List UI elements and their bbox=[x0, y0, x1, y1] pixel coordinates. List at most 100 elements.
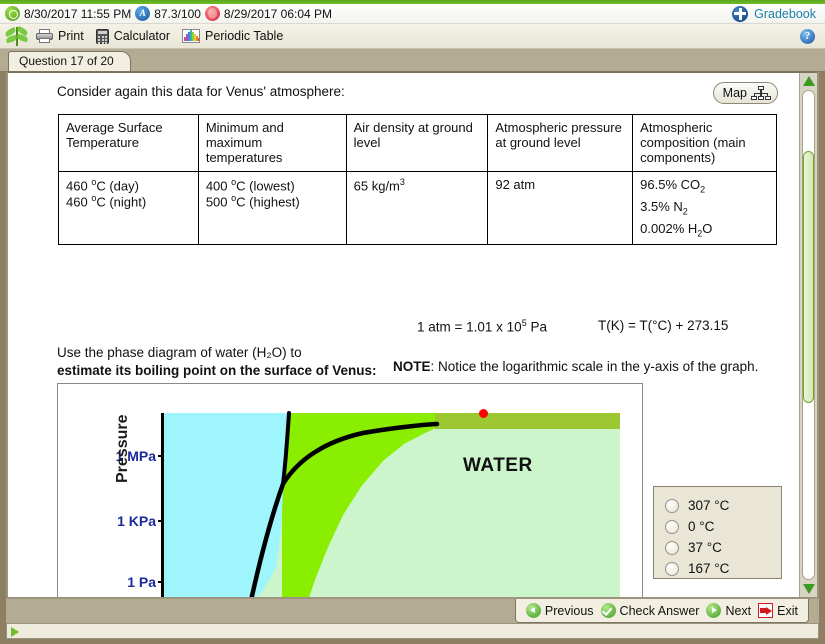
question-frame: Consider again this data for Venus' atmo… bbox=[6, 71, 819, 599]
answer-option-2-label: 37 °C bbox=[688, 540, 722, 555]
vaporization-curve bbox=[249, 421, 440, 597]
calculator-button[interactable]: Calculator bbox=[90, 28, 176, 45]
scroll-up-arrow-icon[interactable] bbox=[803, 76, 815, 86]
cell-min-max-temp: 400 oC (lowest) 500 oC (highest) bbox=[197, 170, 347, 245]
y-tick-mark-kpa bbox=[158, 520, 163, 522]
answer-option-0-label: 307 °C bbox=[688, 498, 730, 513]
calculator-icon bbox=[95, 28, 109, 44]
sitemap-icon bbox=[751, 86, 771, 100]
window-footer bbox=[0, 623, 825, 644]
formula-atm-to-pa: 1 atm = 1.01 x 105 Pa bbox=[417, 318, 547, 335]
col-header-pressure: Atmospheric pressure at ground level bbox=[487, 114, 634, 172]
y-axis-line bbox=[161, 413, 164, 597]
map-button[interactable]: Map bbox=[712, 82, 778, 104]
gradebook-icon bbox=[732, 5, 749, 22]
question-prompt: Consider again this data for Venus' atmo… bbox=[57, 84, 345, 99]
clock-green-icon bbox=[5, 6, 20, 21]
navigation-actions: Previous Check Answer Next Exit bbox=[514, 599, 809, 623]
col-header-min-max-temp: Minimum and maximum temperatures bbox=[197, 114, 347, 172]
table-row: 460 oC (day) 460 oC (night) 400 oC (lowes… bbox=[58, 170, 777, 245]
question-tab-bar: Question 17 of 20 bbox=[0, 49, 825, 71]
printer-icon bbox=[36, 29, 53, 43]
y-tick-mark-mpa bbox=[158, 455, 163, 457]
gradebook-group[interactable]: Gradebook bbox=[732, 5, 825, 22]
tab-question-17[interactable]: Question 17 of 20 bbox=[8, 51, 131, 71]
water-region-label: WATER bbox=[463, 455, 533, 476]
critical-point-marker bbox=[479, 409, 488, 418]
status-header: 8/30/2017 11:55 PM A 87.3/100 8/29/2017 … bbox=[0, 4, 825, 24]
help-group[interactable]: ? bbox=[800, 28, 825, 44]
radio-button-3[interactable] bbox=[665, 561, 679, 576]
previous-button-label: Previous bbox=[544, 603, 594, 618]
check-answer-button[interactable]: Check Answer bbox=[600, 603, 700, 618]
question-page: Consider again this data for Venus' atmo… bbox=[8, 73, 799, 597]
check-answer-button-label: Check Answer bbox=[619, 603, 700, 618]
instruction-line-1: Use the phase diagram of water (H₂O) to bbox=[57, 345, 302, 360]
question-note: NOTE: Notice the logarithmic scale in th… bbox=[393, 359, 758, 374]
next-button-label: Next bbox=[725, 603, 752, 618]
periodic-table-button[interactable]: Periodic Table bbox=[176, 28, 289, 44]
cell-composition: 96.5% CO2 3.5% N2 0.002% H2O bbox=[632, 170, 777, 245]
exit-icon bbox=[758, 603, 774, 618]
instruction-line-2: estimate its boiling point on the surfac… bbox=[57, 362, 377, 378]
horizontal-scrollbar[interactable] bbox=[6, 623, 819, 639]
previous-icon bbox=[525, 603, 541, 618]
answer-option-0[interactable]: 307 °C bbox=[665, 495, 781, 516]
plant-leaf-logo bbox=[4, 25, 30, 47]
grade-blue-icon: A bbox=[135, 6, 151, 21]
note-text: : Notice the logarithmic scale in the y-… bbox=[430, 359, 759, 374]
status-group: 8/30/2017 11:55 PM A 87.3/100 8/29/2017 … bbox=[0, 6, 332, 21]
y-tick-label-kpa: 1 KPa bbox=[117, 513, 156, 529]
next-icon bbox=[706, 603, 722, 618]
due-date-text: 8/30/2017 11:55 PM bbox=[24, 6, 132, 21]
globe-red-icon bbox=[204, 6, 220, 21]
exit-button[interactable]: Exit bbox=[758, 603, 798, 618]
formula-kelvin: T(K) = T(°C) + 273.15 bbox=[598, 318, 729, 333]
answer-option-3[interactable]: 167 °C bbox=[665, 558, 781, 579]
calculator-button-label: Calculator bbox=[113, 29, 170, 43]
help-icon[interactable]: ? bbox=[800, 28, 815, 44]
note-prefix: NOTE bbox=[393, 359, 431, 374]
table-header-row: Average Surface Temperature Minimum and … bbox=[58, 114, 777, 172]
submitted-date-text: 8/29/2017 06:04 PM bbox=[223, 6, 333, 21]
cell-air-density: 65 kg/m3 bbox=[345, 170, 489, 245]
play-forward-icon[interactable] bbox=[11, 627, 19, 637]
cell-avg-temp: 460 oC (day) 460 oC (night) bbox=[58, 170, 199, 245]
scrollbar-thumb[interactable] bbox=[803, 151, 814, 403]
y-tick-label-pa: 1 Pa bbox=[127, 574, 156, 590]
periodic-table-button-label: Periodic Table bbox=[204, 29, 284, 43]
bottom-bar: Previous Check Answer Next Exit bbox=[6, 599, 819, 623]
assessment-window: 8/30/2017 11:55 PM A 87.3/100 8/29/2017 … bbox=[0, 0, 825, 644]
col-header-air-density: Air density at ground level bbox=[345, 114, 489, 172]
chart-plot-area: WATER 1 MPa 1 KPa 1 Pa Pressure 0 100 20… bbox=[114, 409, 620, 597]
answer-option-1-label: 0 °C bbox=[688, 519, 715, 534]
radio-button-0[interactable] bbox=[665, 498, 679, 513]
map-button-label: Map bbox=[722, 86, 747, 100]
answer-option-2[interactable]: 37 °C bbox=[665, 537, 781, 558]
phase-diagram-chart: WATER 1 MPa 1 KPa 1 Pa Pressure 0 100 20… bbox=[57, 383, 643, 597]
print-button-label: Print bbox=[58, 29, 84, 43]
y-tick-mark-pa bbox=[158, 581, 163, 583]
tools-toolbar: Print Calculator Periodic Table ? bbox=[0, 24, 825, 49]
scroll-down-arrow-icon[interactable] bbox=[803, 584, 815, 594]
radio-button-2[interactable] bbox=[665, 540, 679, 555]
periodic-table-icon bbox=[181, 29, 200, 43]
answer-options-panel: 307 °C 0 °C 37 °C 167 °C bbox=[653, 486, 782, 579]
col-header-composition: Atmospheric composition (main components… bbox=[632, 114, 777, 172]
check-icon bbox=[600, 603, 616, 618]
radio-button-1[interactable] bbox=[665, 519, 679, 534]
cell-pressure: 92 atm bbox=[487, 170, 634, 245]
exit-button-label: Exit bbox=[777, 603, 798, 618]
score-text: 87.3/100 bbox=[154, 6, 201, 21]
venus-atmosphere-table: Average Surface Temperature Minimum and … bbox=[58, 114, 777, 245]
vertical-scrollbar[interactable] bbox=[799, 73, 817, 597]
answer-option-1[interactable]: 0 °C bbox=[665, 516, 781, 537]
print-button[interactable]: Print bbox=[30, 28, 90, 44]
col-header-avg-temp: Average Surface Temperature bbox=[58, 114, 199, 172]
next-button[interactable]: Next bbox=[706, 603, 751, 618]
gradebook-link[interactable]: Gradebook bbox=[754, 7, 816, 21]
answer-option-3-label: 167 °C bbox=[688, 561, 730, 576]
previous-button[interactable]: Previous bbox=[525, 603, 594, 618]
question-instruction: Use the phase diagram of water (H₂O) to … bbox=[57, 344, 377, 380]
y-axis-label: Pressure bbox=[114, 414, 131, 484]
